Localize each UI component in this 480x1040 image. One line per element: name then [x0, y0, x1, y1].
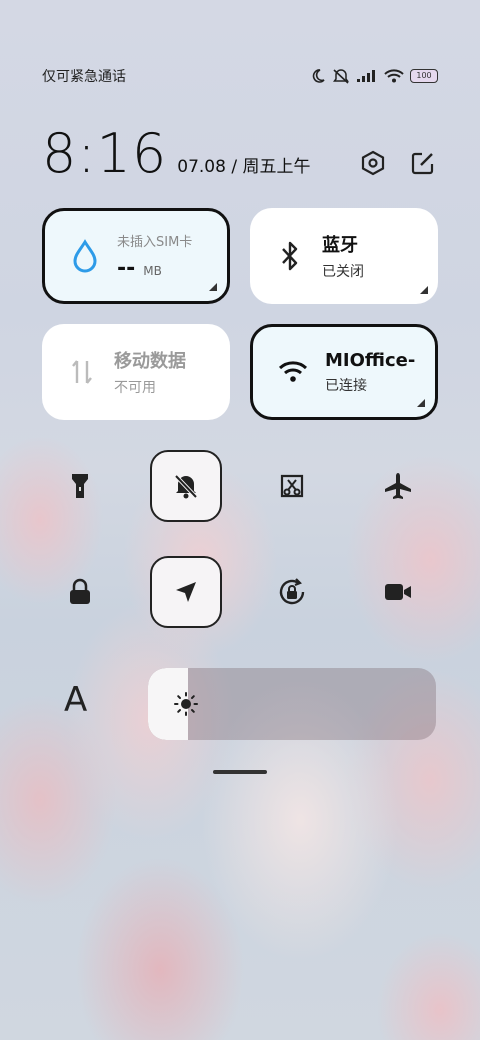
flashlight-toggle[interactable] [44, 450, 116, 522]
wifi-network-name: MIOffice- [325, 349, 416, 371]
sim-status-text: 未插入SIM卡 [117, 235, 193, 250]
lock-toggle[interactable] [44, 556, 116, 628]
bluetooth-status: 已关闭 [322, 264, 364, 280]
sun-icon [174, 692, 198, 716]
lock-icon [70, 578, 90, 604]
data-usage-value: -- [117, 256, 136, 281]
battery-icon: 100 [410, 69, 438, 83]
sim-data-tile[interactable]: 未插入SIM卡 -- MB [42, 208, 230, 304]
data-arrows-icon [66, 356, 98, 388]
mobile-data-label: 移动数据 [114, 351, 186, 372]
clock-date: 07.08 / 周五上午 [177, 157, 311, 177]
status-icons: 100 [310, 68, 438, 84]
mute-bell-icon [174, 474, 198, 499]
signal-icon [356, 69, 378, 83]
location-toggle[interactable] [150, 556, 222, 628]
airplane-toggle[interactable] [362, 450, 434, 522]
header-actions [360, 150, 436, 176]
status-bar: 仅可紧急通话 100 [42, 64, 438, 88]
rotation-lock-icon [279, 578, 305, 605]
drag-handle[interactable] [213, 770, 267, 774]
bluetooth-tile[interactable]: 蓝牙 已关闭 [250, 208, 438, 304]
screenshot-icon [280, 474, 304, 498]
bluetooth-icon [274, 240, 306, 272]
screenshot-toggle[interactable] [256, 450, 328, 522]
location-icon [176, 582, 196, 602]
wifi-icon [277, 356, 309, 388]
edit-icon[interactable] [410, 150, 436, 176]
mute-toggle[interactable] [150, 450, 222, 522]
expand-corner-icon [420, 286, 428, 294]
wifi-icon [384, 69, 404, 83]
water-drop-icon [69, 239, 101, 273]
expand-corner-icon [417, 399, 425, 407]
airplane-icon [385, 473, 411, 499]
flashlight-icon [72, 474, 88, 498]
moon-icon [310, 68, 326, 84]
wifi-tile[interactable]: MIOffice- 已连接 [250, 324, 438, 420]
data-usage-unit: MB [143, 264, 162, 278]
mute-icon [332, 68, 350, 84]
rotation-lock-toggle[interactable] [256, 556, 328, 628]
clock-time: 8:16 [42, 122, 168, 185]
mobile-data-status: 不可用 [114, 380, 156, 396]
screen-record-toggle[interactable] [362, 556, 434, 628]
mobile-data-tile[interactable]: 移动数据 不可用 [42, 324, 230, 420]
brightness-slider[interactable] [148, 668, 436, 740]
settings-icon[interactable] [360, 150, 386, 176]
wifi-status: 已连接 [325, 377, 367, 394]
expand-corner-icon [209, 283, 217, 291]
carrier-text: 仅可紧急通话 [42, 69, 126, 85]
clock: 8:16 07.08 / 周五上午 [42, 122, 311, 185]
bluetooth-label: 蓝牙 [322, 235, 358, 256]
font-size-button[interactable]: A [64, 680, 87, 720]
video-camera-icon [385, 584, 411, 600]
